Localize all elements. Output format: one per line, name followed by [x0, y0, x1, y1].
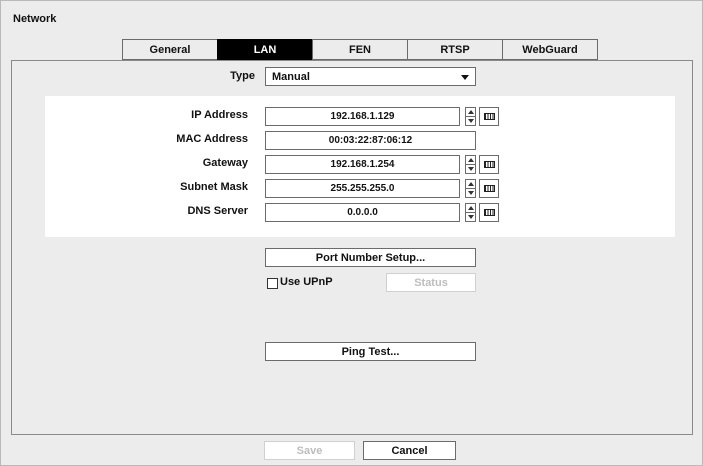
- tab-rtsp[interactable]: RTSP: [407, 39, 503, 60]
- type-select[interactable]: Manual: [265, 67, 476, 86]
- ip-address-keyboard-button[interactable]: [479, 107, 499, 126]
- tab-bar: General LAN FEN RTSP WebGuard: [122, 39, 598, 60]
- lan-settings-panel: Type Manual IP Address 192.168.1.129 MAC…: [11, 60, 693, 435]
- spinner-up-icon[interactable]: [466, 204, 475, 213]
- cancel-button[interactable]: Cancel: [363, 441, 456, 460]
- spinner-down-icon[interactable]: [466, 189, 475, 197]
- dns-server-field[interactable]: 0.0.0.0: [265, 203, 460, 222]
- spinner-up-icon[interactable]: [466, 180, 475, 189]
- upnp-status-button[interactable]: Status: [386, 273, 476, 292]
- spinner-up-icon[interactable]: [466, 108, 475, 117]
- gateway-label: Gateway: [202, 157, 248, 169]
- port-number-setup-button[interactable]: Port Number Setup...: [265, 248, 476, 267]
- ip-address-label: IP Address: [191, 109, 248, 121]
- type-label: Type: [230, 70, 255, 82]
- keyboard-icon: [484, 161, 495, 168]
- gateway-field[interactable]: 192.168.1.254: [265, 155, 460, 174]
- save-button[interactable]: Save: [264, 441, 355, 460]
- tab-fen[interactable]: FEN: [312, 39, 408, 60]
- mac-address-label: MAC Address: [176, 133, 248, 145]
- mac-address-field: 00:03:22:87:06:12: [265, 131, 476, 150]
- tab-general[interactable]: General: [122, 39, 218, 60]
- subnet-mask-spinner[interactable]: [465, 179, 476, 198]
- subnet-mask-keyboard-button[interactable]: [479, 179, 499, 198]
- ip-address-field[interactable]: 192.168.1.129: [265, 107, 460, 126]
- use-upnp-label: Use UPnP: [280, 276, 333, 288]
- keyboard-icon: [484, 209, 495, 216]
- gateway-keyboard-button[interactable]: [479, 155, 499, 174]
- subnet-mask-field[interactable]: 255.255.255.0: [265, 179, 460, 198]
- network-setup-window: Network General LAN FEN RTSP WebGuard Ty…: [0, 0, 703, 466]
- chevron-down-icon: [461, 75, 469, 80]
- type-value: Manual: [272, 70, 310, 83]
- ip-settings-group: IP Address 192.168.1.129 MAC Address 00:…: [45, 96, 675, 237]
- dns-server-keyboard-button[interactable]: [479, 203, 499, 222]
- spinner-down-icon[interactable]: [466, 213, 475, 221]
- window-title: Network: [13, 13, 57, 25]
- gateway-spinner[interactable]: [465, 155, 476, 174]
- keyboard-icon: [484, 185, 495, 192]
- spinner-down-icon[interactable]: [466, 117, 475, 125]
- use-upnp-checkbox[interactable]: [267, 278, 278, 289]
- spinner-down-icon[interactable]: [466, 165, 475, 173]
- keyboard-icon: [484, 113, 495, 120]
- dns-server-label: DNS Server: [187, 205, 248, 217]
- subnet-mask-label: Subnet Mask: [180, 181, 248, 193]
- spinner-up-icon[interactable]: [466, 156, 475, 165]
- tab-lan[interactable]: LAN: [217, 39, 313, 60]
- tab-webguard[interactable]: WebGuard: [502, 39, 598, 60]
- ping-test-button[interactable]: Ping Test...: [265, 342, 476, 361]
- dns-server-spinner[interactable]: [465, 203, 476, 222]
- ip-address-spinner[interactable]: [465, 107, 476, 126]
